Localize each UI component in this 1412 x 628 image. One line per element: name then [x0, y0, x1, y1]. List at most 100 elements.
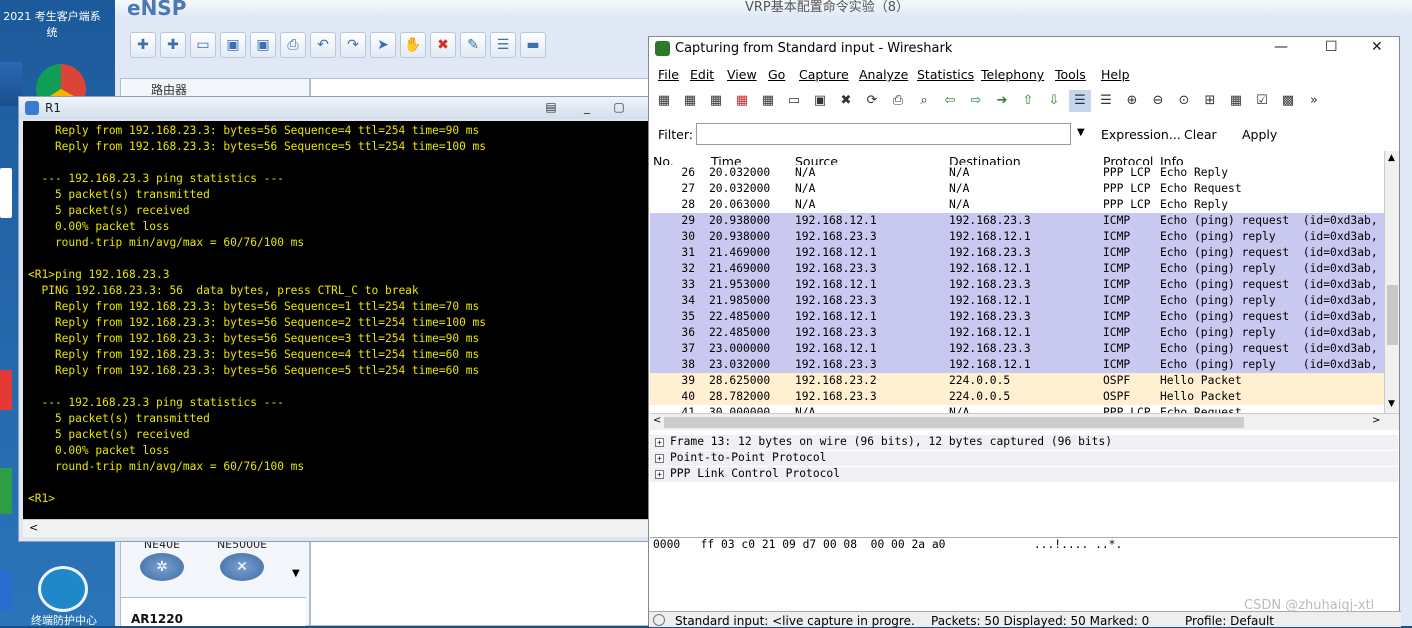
new-topology-icon[interactable]: ✚ [130, 32, 156, 58]
clear-button[interactable]: Clear [1184, 127, 1217, 142]
open-file-icon[interactable]: ▭ [783, 90, 805, 112]
table-row[interactable]: 27 20.032000 N/A N/A PPP LCP Echo Request [650, 181, 1384, 197]
reload-icon[interactable]: ⟳ [861, 90, 883, 112]
detail-row-frame[interactable]: + Frame 13: 12 bytes on wire (96 bits), 1… [650, 435, 1398, 451]
desktop-icon-blue[interactable] [0, 570, 12, 610]
chevron-left-icon[interactable]: < [653, 415, 661, 426]
chevron-right-icon[interactable]: > [1372, 415, 1380, 426]
menu-tools[interactable]: Tools [1055, 67, 1086, 82]
redo-icon[interactable]: ↷ [340, 32, 366, 58]
menu-file[interactable]: File [658, 67, 679, 82]
stop-capture-icon[interactable]: ▦ [731, 90, 753, 112]
undo-icon[interactable]: ↶ [310, 32, 336, 58]
table-row[interactable]: 29 20.938000 192.168.12.1 192.168.23.3 ICMP E… [650, 213, 1384, 229]
save-as-icon[interactable]: ▣ [250, 32, 276, 58]
print-icon[interactable]: ⎙ [887, 90, 909, 112]
menu-capture[interactable]: Capture [799, 67, 849, 82]
shield-icon[interactable] [38, 566, 88, 612]
menu-telephony[interactable]: Telephony [981, 67, 1044, 82]
close-file-icon[interactable]: ✖ [835, 90, 857, 112]
coloring-rules-icon[interactable]: ▩ [1277, 90, 1299, 112]
chevron-down-icon[interactable]: ▼ [292, 568, 300, 579]
interfaces-icon[interactable]: ▦ [653, 90, 675, 112]
table-row[interactable]: 36 22.485000 192.168.23.3 192.168.12.1 ICMP E… [650, 325, 1384, 341]
device-ne5000e[interactable]: NE5000E ✕ [212, 538, 272, 583]
expand-icon[interactable]: + [655, 470, 664, 479]
delete-icon[interactable]: ✖ [430, 32, 456, 58]
chevron-down-icon[interactable]: ▼ [1388, 399, 1395, 409]
table-row[interactable]: 39 28.625000 192.168.23.2 224.0.0.5 OSPF Hell… [650, 373, 1384, 389]
display-filters-icon[interactable]: ☑ [1251, 90, 1273, 112]
save-icon[interactable]: ▣ [220, 32, 246, 58]
auto-scroll-icon[interactable]: ☰ [1095, 90, 1117, 112]
maximize-icon[interactable]: ▢ [607, 100, 631, 116]
menu-view[interactable]: View [727, 67, 757, 82]
restore-icon[interactable]: ▤ [539, 100, 563, 116]
find-packet-icon[interactable]: ⌕ [913, 90, 935, 112]
close-icon[interactable]: ✕ [1371, 39, 1383, 55]
minimize-icon[interactable]: _ [575, 100, 599, 116]
chevron-up-icon[interactable]: ▲ [1388, 153, 1395, 163]
delete-link-icon[interactable]: ✎ [460, 32, 486, 58]
table-row[interactable]: 41 30.000000 N/A N/A PPP LCP Echo Request [650, 405, 1384, 413]
packet-list-vscroll[interactable]: ▲ ▼ [1384, 151, 1399, 413]
text-note-icon[interactable]: ☰ [490, 32, 516, 58]
wireshark-title-bar[interactable]: Capturing from Standard input - Wireshar… [649, 37, 1399, 61]
go-to-packet-icon[interactable]: ➔ [991, 90, 1013, 112]
go-back-icon[interactable]: ⇦ [939, 90, 961, 112]
capture-options-icon[interactable]: ▦ [679, 90, 701, 112]
menu-go[interactable]: Go [768, 67, 785, 82]
detail-row-ppp[interactable]: + Point-to-Point Protocol [650, 451, 1398, 467]
hand-drag-icon[interactable]: ✋ [400, 32, 426, 58]
capture-status-icon[interactable] [653, 614, 665, 626]
table-row[interactable]: 34 21.985000 192.168.23.3 192.168.12.1 ICMP E… [650, 293, 1384, 309]
new-example-icon[interactable]: ✚ [160, 32, 186, 58]
print-icon[interactable]: ⎙ [280, 32, 306, 58]
horizontal-scrollbar[interactable]: < [23, 519, 649, 537]
apply-button[interactable]: Apply [1242, 127, 1277, 142]
desktop-icon-pdf[interactable] [0, 370, 12, 410]
start-capture-icon[interactable]: ▦ [705, 90, 727, 112]
expand-icon[interactable]: + [655, 454, 664, 463]
table-row[interactable]: 28 20.063000 N/A N/A PPP LCP Echo Reply [650, 197, 1384, 213]
normal-size-icon[interactable]: ⊙ [1173, 90, 1195, 112]
table-row[interactable]: 31 21.469000 192.168.12.1 192.168.23.3 ICMP E… [650, 245, 1384, 261]
resize-columns-icon[interactable]: ⊞ [1199, 90, 1221, 112]
menu-help[interactable]: Help [1101, 67, 1130, 82]
colorize-icon[interactable]: ☰ [1069, 90, 1091, 112]
scroll-thumb[interactable] [664, 417, 1244, 428]
menu-statistics[interactable]: Statistics [917, 67, 974, 82]
terminal-output[interactable]: Reply from 192.168.23.3: bytes=56 Sequen… [23, 121, 649, 519]
restart-capture-icon[interactable]: ▦ [757, 90, 779, 112]
save-file-icon[interactable]: ▣ [809, 90, 831, 112]
table-row[interactable]: 35 22.485000 192.168.12.1 192.168.23.3 ICMP E… [650, 309, 1384, 325]
expand-icon[interactable]: + [655, 438, 664, 447]
go-forward-icon[interactable]: ⇨ [965, 90, 987, 112]
desktop-icon-partial[interactable] [0, 168, 12, 218]
table-row[interactable]: 32 21.469000 192.168.23.3 192.168.12.1 ICMP E… [650, 261, 1384, 277]
go-last-icon[interactable]: ⇩ [1043, 90, 1065, 112]
expression-button[interactable]: Expression... [1101, 127, 1181, 142]
detail-row-lcp[interactable]: + PPP Link Control Protocol [650, 467, 1398, 483]
toolbar-overflow-icon[interactable]: » [1303, 90, 1325, 112]
select-cursor-icon[interactable]: ➤ [370, 32, 396, 58]
chevron-left-icon[interactable]: < [29, 521, 38, 534]
scroll-thumb[interactable] [1387, 285, 1398, 345]
zoom-in-icon[interactable]: ⊕ [1121, 90, 1143, 112]
desktop-icon-exam-client[interactable]: 2021 考生客户端系统 [0, 8, 104, 40]
maximize-icon[interactable]: ☐ [1325, 39, 1338, 55]
packet-list-hscroll[interactable]: < > [650, 413, 1399, 430]
table-row[interactable]: 40 28.782000 192.168.23.3 224.0.0.5 OSPF Hell… [650, 389, 1384, 405]
zoom-out-icon[interactable]: ⊖ [1147, 90, 1169, 112]
filter-input[interactable] [696, 123, 1071, 145]
minimize-icon[interactable]: — [1274, 39, 1288, 55]
menu-edit[interactable]: Edit [690, 67, 714, 82]
desktop-icon-green[interactable] [0, 468, 12, 514]
open-folder-icon[interactable]: ▭ [190, 32, 216, 58]
table-row[interactable]: 37 23.000000 192.168.12.1 192.168.23.3 ICMP E… [650, 341, 1384, 357]
table-row[interactable]: 30 20.938000 192.168.23.3 192.168.12.1 ICMP E… [650, 229, 1384, 245]
device-ne40e[interactable]: NE40E ✲ [132, 538, 192, 583]
r1-title-bar[interactable]: R1 ▤ _ ▢ [19, 97, 651, 119]
rectangle-icon[interactable]: ▬ [520, 32, 546, 58]
table-row[interactable]: 26 20.032000 N/A N/A PPP LCP Echo Reply [650, 165, 1384, 181]
